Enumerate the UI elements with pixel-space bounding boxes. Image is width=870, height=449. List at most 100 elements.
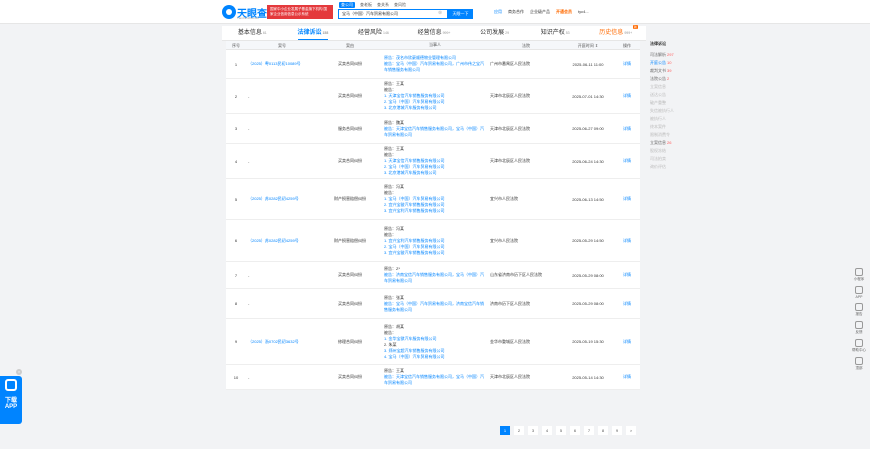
- feedback-icon: [855, 321, 863, 329]
- party-link[interactable]: 3. 北京港城汽车服务有限公司: [384, 170, 486, 176]
- party-link[interactable]: 被告：天津宝信汽车销售服务有限公司，宝马（中国）汽车贸易有限公司: [384, 374, 486, 386]
- parties-cell: 原告：王某 被告： 1. 天津宝信汽车销售服务有限公司 2. 宝马（中国）汽车贸易有限…: [384, 145, 486, 177]
- page-button[interactable]: 5: [556, 426, 566, 435]
- tab-development[interactable]: 公司发展29: [464, 26, 525, 40]
- side-filter-count: 10: [667, 60, 672, 65]
- search-input[interactable]: 宝马（中国）汽车贸易有限公司: [338, 9, 448, 19]
- tab-business-risk[interactable]: 经营风险146: [343, 26, 404, 40]
- sort-icon: ⇕: [593, 43, 599, 48]
- party-link[interactable]: 被告：天津宝信汽车销售服务有限公司，宝马（中国）汽车贸易有限公司: [384, 126, 486, 138]
- page-button[interactable]: 4: [542, 426, 552, 435]
- tab-label: 经营信息: [417, 30, 442, 36]
- logo[interactable]: 天眼查 TianYancha.com: [222, 5, 267, 20]
- row-number: 4: [234, 158, 238, 164]
- party-link[interactable]: 3. 北京港城汽车服务有限公司: [384, 105, 486, 111]
- party-link[interactable]: 被告：济南宝信汽车销售服务有限公司，宝马（中国）汽车贸易有限公司: [384, 272, 486, 284]
- side-filter-item[interactable]: 送达公告: [650, 91, 690, 99]
- party-link[interactable]: 3. 宜兴宝利汽车销售服务有限公司: [384, 208, 486, 214]
- page-button[interactable]: 9: [612, 426, 622, 435]
- details-link[interactable]: 详情: [614, 238, 640, 244]
- case-cause: 修理合同纠纷: [338, 338, 362, 344]
- download-app-float[interactable]: 下载 APP: [0, 376, 22, 424]
- side-filter-item[interactable]: 失信被执行人: [650, 107, 690, 115]
- tab-history[interactable]: 历史信息999+ 新: [585, 25, 646, 40]
- party-link[interactable]: 4. 宝马（中国）汽车贸易有限公司: [384, 354, 486, 360]
- header-ad-banner[interactable]: 国家中小企业发展子基金旗下机构 国家企业信用信息公示系统: [267, 5, 333, 19]
- tab-ip[interactable]: 知识产权53: [525, 26, 586, 40]
- side-filter-item[interactable]: 终本案件: [650, 123, 690, 131]
- side-filter-label: 司法拍卖: [650, 156, 666, 161]
- side-filter-item[interactable]: 破产重整: [650, 99, 690, 107]
- tab-label: 知识产权: [540, 30, 565, 36]
- tab-operation[interactable]: 经营信息999+: [404, 26, 465, 40]
- case-number-link[interactable]: （2025）苏0282民初4259号: [246, 238, 316, 244]
- page-button[interactable]: 6: [570, 426, 580, 435]
- side-filter-item[interactable]: 立案信息26: [650, 139, 690, 147]
- float-item[interactable]: APP: [850, 286, 868, 299]
- details-link[interactable]: 详情: [614, 196, 640, 202]
- side-filter-item[interactable]: 股权冻结: [650, 147, 690, 155]
- search-tab-boss[interactable]: 查老板: [360, 2, 372, 8]
- case-number-link[interactable]: （2025）浙0702民初3632号: [246, 339, 316, 345]
- case-cause: 买卖合同纠纷: [338, 93, 362, 98]
- details-link[interactable]: 详情: [614, 61, 640, 67]
- nav-business[interactable]: 商务合作: [508, 9, 524, 15]
- side-filter-item[interactable]: 被执行人: [650, 115, 690, 123]
- col-date[interactable]: 开庭时间 ⇕: [562, 41, 614, 49]
- search-tab-relation[interactable]: 查关系: [377, 2, 389, 8]
- col-no: 序号: [232, 43, 240, 48]
- search-button[interactable]: 天眼一下: [448, 9, 473, 19]
- parties-cell: 原告：Z* 被告：济南宝信汽车销售服务有限公司，宝马（中国）汽车贸易有限公司: [384, 265, 486, 285]
- next-page-button[interactable]: >: [626, 426, 636, 435]
- side-filter-item[interactable]: 询价评估: [650, 163, 690, 171]
- party-link[interactable]: 被告：宝马（中国）汽车贸易有限公司，济南宝信汽车销售服务有限公司: [384, 301, 486, 313]
- float-item[interactable]: 反馈: [850, 321, 868, 335]
- nav-apps[interactable]: 应用: [494, 9, 502, 15]
- close-icon[interactable]: ×: [16, 369, 22, 375]
- details-link[interactable]: 详情: [614, 374, 640, 380]
- page-button[interactable]: 8: [598, 426, 608, 435]
- case-number-link[interactable]: （2025）粤0113民初10089号: [246, 61, 316, 67]
- side-filter-item[interactable]: 开庭公告10: [650, 59, 690, 67]
- details-link[interactable]: 详情: [614, 158, 640, 164]
- nav-vip[interactable]: 开通会员: [556, 9, 572, 15]
- float-item[interactable]: 顶部: [850, 357, 868, 371]
- nav-user[interactable]: tyc4...: [578, 9, 589, 15]
- search-tab-company[interactable]: 查公司: [339, 2, 355, 8]
- hearing-date: 2025-05-29 14:50: [572, 238, 604, 243]
- side-filter-item[interactable]: 裁判文书39: [650, 67, 690, 75]
- details-link[interactable]: 详情: [614, 272, 640, 278]
- float-item[interactable]: 帮助中心: [850, 339, 868, 353]
- tab-basic-info[interactable]: 基本信息61: [222, 26, 283, 40]
- clear-icon[interactable]: ⊗: [438, 10, 442, 16]
- side-filter-item[interactable]: 司法解析297: [650, 51, 690, 59]
- case-number-link[interactable]: （2025）苏0282民初4259号: [246, 196, 316, 202]
- details-link[interactable]: 详情: [614, 339, 640, 345]
- search-tab-risk[interactable]: 查风险: [394, 2, 406, 8]
- details-link[interactable]: 详情: [614, 301, 640, 307]
- details-link[interactable]: 详情: [614, 126, 640, 132]
- side-filter-item[interactable]: 司法拍卖: [650, 155, 690, 163]
- logo-subtext: TianYancha.com: [237, 16, 260, 20]
- col-case-no: 案号: [278, 43, 286, 48]
- float-item[interactable]: 报告: [850, 303, 868, 317]
- party-link[interactable]: 被告：宝马（中国）汽车贸易有限公司，广州市伟之宝汽车销售服务有限公司: [384, 61, 486, 73]
- table-row: 3 - 服务合同纠纷 原告：魏某 被告：天津宝信汽车销售服务有限公司，宝马（中国）汽车贸…: [226, 114, 640, 144]
- side-filter-item[interactable]: 法院公告2: [650, 75, 690, 83]
- page-button[interactable]: 3: [528, 426, 538, 435]
- tab-count: 999+: [624, 31, 633, 35]
- page-button[interactable]: 2: [514, 426, 524, 435]
- float-item[interactable]: 小程序: [850, 268, 868, 282]
- details-link[interactable]: 详情: [614, 93, 640, 99]
- page-button[interactable]: 7: [584, 426, 594, 435]
- side-filter-item[interactable]: 限制消费令: [650, 131, 690, 139]
- party-link[interactable]: 3. 宜兴宝骏汽车销售服务有限公司: [384, 250, 486, 256]
- table-body: 1 （2025）粤0113民初10089号 买卖合同纠纷 原告：茂名市欣豪顺德物业管理…: [226, 50, 640, 390]
- tab-legal[interactable]: 法律诉讼158: [283, 26, 344, 40]
- side-filter-item[interactable]: 立案信息: [650, 83, 690, 91]
- side-filter-label: 法院公告: [650, 76, 666, 81]
- side-filter-label: 司法解析: [650, 52, 666, 57]
- nav-enterprise[interactable]: 企业级产品: [530, 9, 550, 15]
- col-parties: 当事人: [429, 42, 441, 47]
- page-button[interactable]: 1: [500, 426, 510, 435]
